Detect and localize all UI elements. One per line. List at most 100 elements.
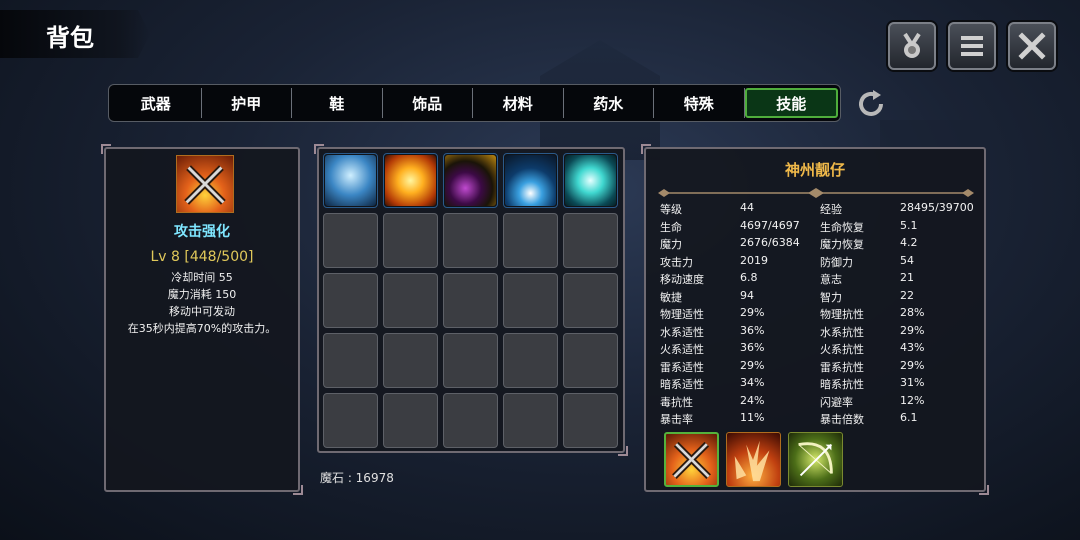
stat-label: 经验 bbox=[820, 203, 842, 216]
skill-move-cast: 移动中可发动 bbox=[169, 305, 235, 318]
inventory-slot[interactable] bbox=[443, 153, 498, 208]
stat-value: 54 bbox=[900, 253, 914, 267]
tab-potions[interactable]: 药水 bbox=[564, 88, 654, 118]
inventory-slot-empty[interactable] bbox=[503, 273, 558, 328]
inventory-slot-empty[interactable] bbox=[503, 393, 558, 448]
inventory-slot-empty[interactable] bbox=[383, 213, 438, 268]
stat-value: 34% bbox=[740, 376, 765, 389]
stat-value: 5.1 bbox=[900, 218, 918, 232]
inventory-slot-empty[interactable] bbox=[503, 333, 558, 388]
stat-value: 94 bbox=[740, 288, 754, 302]
inventory-slot-empty[interactable] bbox=[563, 393, 618, 448]
stat-value: 4697/4697 bbox=[740, 218, 800, 232]
inventory-slot[interactable] bbox=[503, 153, 558, 208]
spirit-figure-icon bbox=[325, 155, 376, 206]
stat-value: 6.1 bbox=[900, 411, 918, 424]
tab-weapons[interactable]: 武器 bbox=[111, 88, 202, 118]
stat-label: 闪避率 bbox=[820, 395, 853, 409]
bomb-icon bbox=[445, 155, 496, 206]
inventory-panel bbox=[314, 144, 628, 456]
inventory-slot-empty[interactable] bbox=[443, 273, 498, 328]
skill-level: Lv 8 [448/500] bbox=[150, 249, 254, 265]
stat-label: 智力 bbox=[820, 290, 842, 304]
inventory-slot-empty[interactable] bbox=[503, 213, 558, 268]
close-button[interactable] bbox=[1008, 22, 1056, 70]
crossed-swords-icon bbox=[176, 155, 234, 213]
ornament-divider bbox=[658, 188, 974, 198]
skill-name: 攻击强化 bbox=[174, 224, 230, 240]
target-arrows-icon bbox=[505, 155, 556, 206]
stat-value: 28% bbox=[900, 306, 925, 319]
stat-label: 生命 bbox=[660, 220, 682, 234]
stat-value: 29% bbox=[740, 306, 765, 319]
inventory-slot[interactable] bbox=[563, 153, 618, 208]
stat-label: 魔力 bbox=[660, 238, 682, 251]
stat-value: 24% bbox=[740, 393, 765, 407]
bow-icon bbox=[798, 442, 833, 477]
stat-label: 意志 bbox=[820, 273, 842, 286]
tab-special[interactable]: 特殊 bbox=[654, 88, 745, 118]
medal-icon bbox=[903, 32, 921, 58]
menu-button[interactable] bbox=[948, 22, 996, 70]
stat-label: 等级 bbox=[660, 203, 682, 216]
inventory-slot-empty[interactable] bbox=[323, 213, 378, 268]
stat-label: 毒抗性 bbox=[660, 395, 693, 409]
stat-label: 暗系适性 bbox=[660, 378, 704, 391]
slash-burst-icon bbox=[565, 155, 616, 206]
stat-value: 12% bbox=[900, 393, 925, 407]
stat-value: 22 bbox=[900, 288, 914, 302]
stat-value: 2676/6384 bbox=[740, 236, 800, 249]
inventory-slot-empty[interactable] bbox=[323, 393, 378, 448]
stat-label: 暗系抗性 bbox=[820, 378, 864, 391]
inventory-slot-empty[interactable] bbox=[563, 213, 618, 268]
inventory-slot-empty[interactable] bbox=[443, 333, 498, 388]
fire-claws-icon bbox=[734, 440, 770, 482]
stat-value: 28495/39700 bbox=[900, 201, 974, 214]
stat-label: 攻击力 bbox=[660, 255, 693, 269]
skill-cooldown: 冷却时间 55 bbox=[171, 271, 233, 284]
inventory-slot-empty[interactable] bbox=[383, 333, 438, 388]
tab-skills[interactable]: 技能 bbox=[744, 88, 838, 118]
category-tab-bar: 武器 护甲 鞋 饰品 材料 药水 特殊 技能 bbox=[108, 84, 841, 122]
inventory-slot-empty[interactable] bbox=[383, 273, 438, 328]
stat-label: 火系适性 bbox=[660, 343, 704, 356]
equipped-skill-slot-3[interactable] bbox=[788, 432, 843, 487]
page-title: 背包 bbox=[46, 24, 94, 52]
stat-value: 29% bbox=[740, 358, 765, 372]
equipped-skill-slot-1[interactable] bbox=[664, 432, 719, 487]
tab-armor[interactable]: 护甲 bbox=[202, 88, 292, 118]
stat-value: 6.8 bbox=[740, 271, 758, 284]
character-panel: 神州靓仔 等级 44 经验 28495/39700 生命 4697/4697 生命恢复 5.1… bbox=[641, 144, 989, 495]
inventory-slot[interactable] bbox=[323, 153, 378, 208]
inventory-slot-empty[interactable] bbox=[443, 213, 498, 268]
skill-description: 在35秒内提高70%的攻击力。 bbox=[127, 322, 277, 335]
crossed-swords-icon bbox=[672, 441, 711, 479]
stat-value: 29% bbox=[900, 323, 925, 337]
inventory-slot-empty[interactable] bbox=[563, 273, 618, 328]
stat-label: 生命恢复 bbox=[820, 220, 864, 234]
stat-label: 雷系抗性 bbox=[820, 360, 864, 374]
stat-label: 物理抗性 bbox=[820, 308, 864, 321]
stat-value: 36% bbox=[740, 341, 765, 354]
stat-value: 4.2 bbox=[900, 236, 918, 249]
stat-label: 魔力恢复 bbox=[820, 238, 864, 251]
stat-label: 暴击倍数 bbox=[820, 413, 864, 426]
tab-shoes[interactable]: 鞋 bbox=[292, 88, 383, 118]
sun-burst-icon bbox=[385, 155, 436, 206]
inventory-slot-empty[interactable] bbox=[443, 393, 498, 448]
inventory-slot-empty[interactable] bbox=[563, 333, 618, 388]
stat-label: 水系适性 bbox=[660, 325, 704, 339]
inventory-slot-empty[interactable] bbox=[323, 273, 378, 328]
stat-label: 暴击率 bbox=[660, 413, 693, 426]
achievements-button[interactable] bbox=[888, 22, 936, 70]
refresh-icon[interactable] bbox=[854, 87, 888, 121]
equipped-skill-slot-2[interactable] bbox=[726, 432, 781, 487]
stat-label: 敏捷 bbox=[660, 290, 682, 304]
tab-accessories[interactable]: 饰品 bbox=[383, 88, 473, 118]
skill-detail-panel: 攻击强化 Lv 8 [448/500] 冷却时间 55 魔力消耗 150 移动中… bbox=[101, 144, 303, 495]
tab-materials[interactable]: 材料 bbox=[473, 88, 564, 118]
inventory-slot-empty[interactable] bbox=[323, 333, 378, 388]
stat-label: 防御力 bbox=[820, 255, 853, 269]
inventory-slot[interactable] bbox=[383, 153, 438, 208]
inventory-slot-empty[interactable] bbox=[383, 393, 438, 448]
